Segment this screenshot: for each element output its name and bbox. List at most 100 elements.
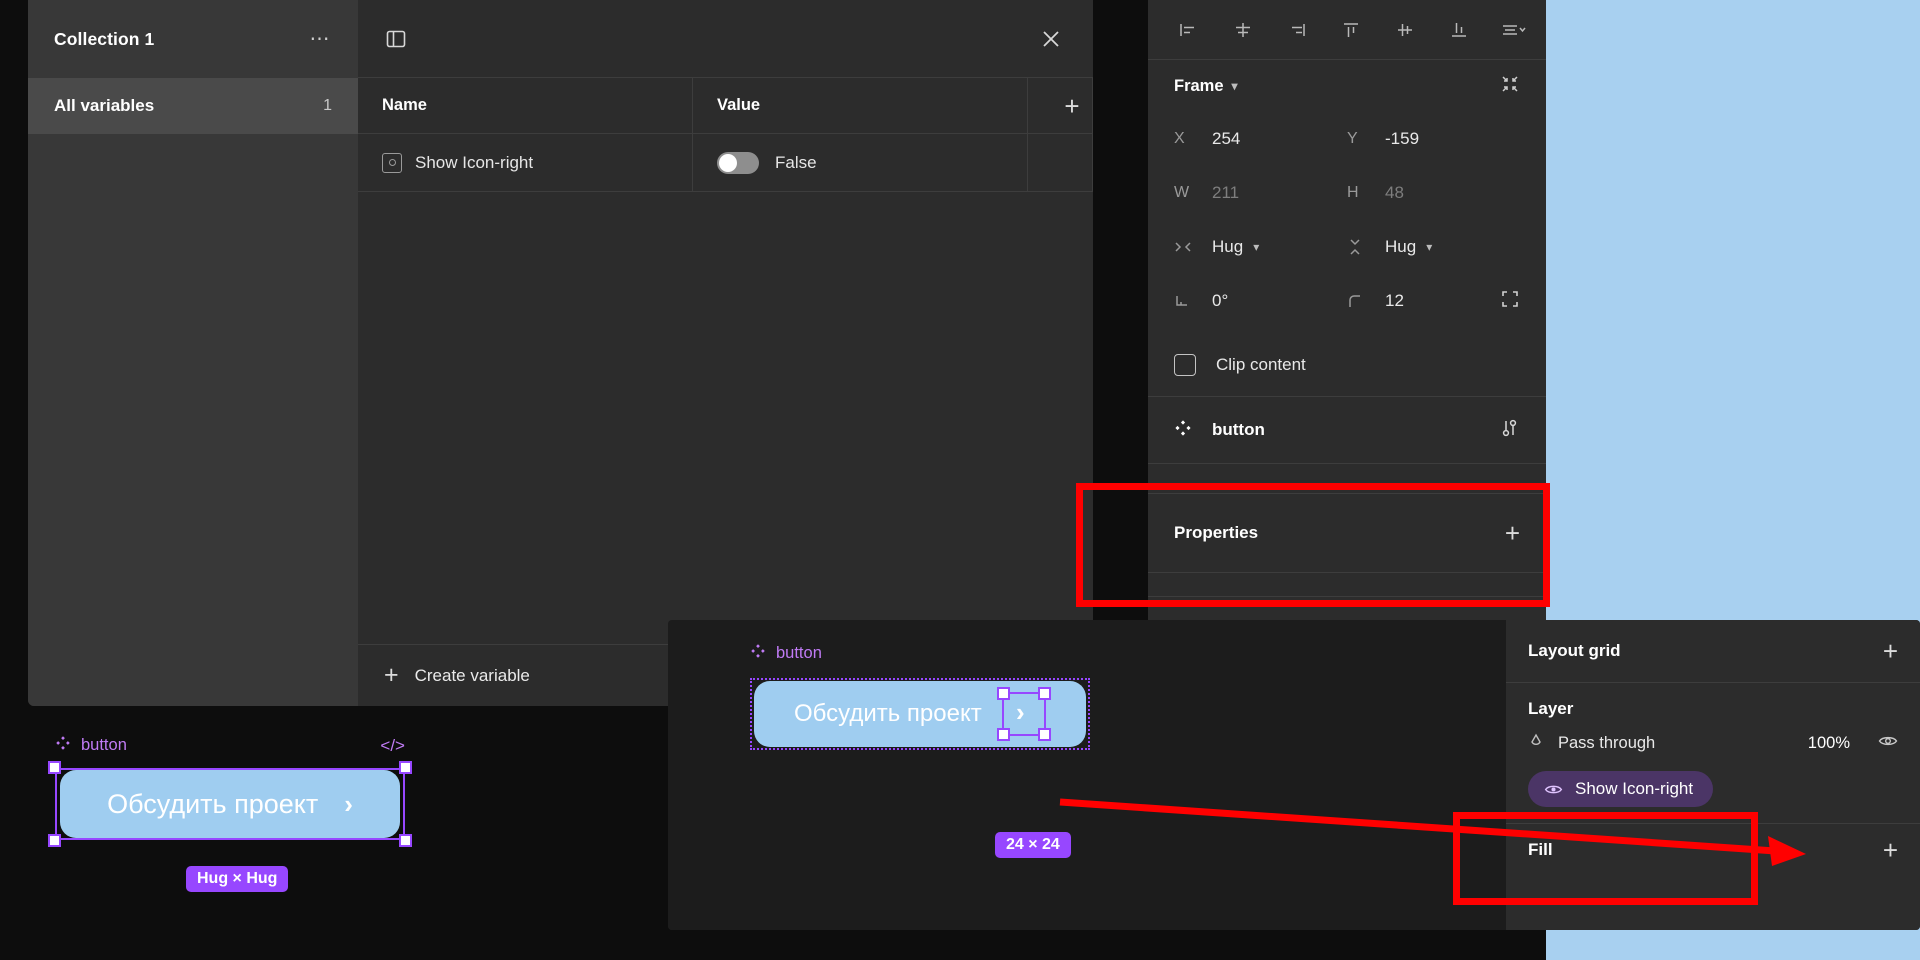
variables-main: Name Value + Show Icon-right False + Cre…: [358, 0, 1093, 706]
variable-name-cell[interactable]: Show Icon-right: [358, 134, 693, 191]
canvas-artboard-lower: [1546, 930, 1920, 960]
resize-handle-top-left[interactable]: [997, 687, 1010, 700]
plus-icon[interactable]: +: [1505, 520, 1520, 546]
panel-tail: [1148, 573, 1546, 597]
blend-mode-value: Pass through: [1558, 733, 1656, 752]
layer-blend-row[interactable]: Pass through 100%: [1528, 719, 1898, 767]
applied-variable-pill[interactable]: Show Icon-right: [1528, 771, 1714, 807]
resize-handle-bottom-right[interactable]: [399, 834, 412, 847]
table-row[interactable]: Show Icon-right False: [358, 134, 1093, 192]
chevron-right-icon: ›: [1016, 697, 1025, 727]
button-preview-left: button </> Обсудить проект ›: [48, 735, 435, 885]
component-name: button: [81, 736, 127, 754]
all-variables-label: All variables: [54, 96, 155, 115]
close-icon[interactable]: [1039, 27, 1063, 51]
align-horizontal-center-icon[interactable]: [1216, 10, 1270, 50]
variables-empty-area: [358, 192, 1093, 644]
variables-topbar: [358, 0, 1093, 78]
component-label-group[interactable]: button: [55, 735, 127, 756]
align-left-icon[interactable]: [1162, 10, 1216, 50]
resize-handle-top-right[interactable]: [399, 761, 412, 774]
plus-icon[interactable]: +: [1883, 638, 1898, 664]
component-left-group: button: [1174, 419, 1265, 442]
corner-radius-value: 12: [1385, 291, 1404, 310]
distribute-menu-icon[interactable]: [1486, 10, 1540, 50]
column-header-value[interactable]: Value: [693, 78, 1028, 133]
plus-icon[interactable]: +: [1064, 93, 1079, 119]
frame-y-field[interactable]: Y -159: [1347, 112, 1520, 166]
collapse-corners-icon[interactable]: [1500, 74, 1520, 99]
ellipsis-icon[interactable]: ⋯: [310, 29, 333, 49]
horizontal-resizing-field[interactable]: Hug ▾: [1174, 220, 1347, 274]
figma-screenshot: Frame ▾ X 254 Y -159 W 211 H 48 Hug ▾ Hu…: [0, 0, 1920, 960]
frame-w-field[interactable]: W 211: [1174, 166, 1347, 220]
clip-content-checkbox[interactable]: [1174, 354, 1196, 376]
eye-icon[interactable]: [1878, 734, 1898, 753]
opacity-value: 100%: [1807, 733, 1850, 752]
properties-section: Properties +: [1148, 494, 1546, 573]
align-right-icon[interactable]: [1270, 10, 1324, 50]
independent-corners-icon[interactable]: [1500, 289, 1520, 314]
alignment-toolbar: [1148, 0, 1546, 60]
frame-h-field[interactable]: H 48: [1347, 166, 1520, 220]
fill-title: Fill: [1528, 840, 1553, 859]
inset-component-label[interactable]: button: [750, 643, 822, 664]
preview-left-header: button </>: [55, 735, 405, 756]
code-icon[interactable]: </>: [380, 736, 405, 756]
eye-icon: [1544, 783, 1563, 796]
clip-content-row[interactable]: Clip content: [1174, 334, 1520, 396]
vertical-resize-value-group[interactable]: Hug ▾: [1385, 237, 1432, 257]
column-header-name[interactable]: Name: [358, 78, 693, 133]
inset-canvas: button Обсудить проект ›: [668, 620, 1506, 930]
component-section: button: [1148, 397, 1546, 464]
variable-value-cell[interactable]: False: [693, 134, 1028, 191]
corner-radius-icon: [1347, 293, 1371, 309]
frame-section: Frame ▾ X 254 Y -159 W 211 H 48 Hug ▾ Hu…: [1148, 60, 1546, 397]
variables-modal: Collection 1 ⋯ All variables 1 Name Valu…: [28, 0, 1093, 706]
align-vertical-center-icon[interactable]: [1378, 10, 1432, 50]
align-bottom-icon[interactable]: [1432, 10, 1486, 50]
inset-icon-selection[interactable]: ›: [997, 687, 1051, 741]
frame-title-group[interactable]: Frame ▾: [1174, 77, 1238, 96]
variable-name: Show Icon-right: [415, 152, 534, 172]
component-name: button: [776, 644, 822, 662]
collection-title: Collection 1: [54, 28, 155, 49]
align-top-icon[interactable]: [1324, 10, 1378, 50]
sidebar-toggle-icon[interactable]: [384, 27, 408, 51]
plus-icon[interactable]: +: [1883, 837, 1898, 863]
chevron-down-icon: ▾: [1253, 240, 1260, 254]
variables-table-header: Name Value +: [358, 78, 1093, 134]
fill-section: Fill +: [1506, 824, 1920, 876]
chevron-down-icon[interactable]: ▾: [1232, 79, 1238, 93]
resize-handle-top-right[interactable]: [1038, 687, 1051, 700]
vertical-resizing-field[interactable]: Hug ▾: [1347, 220, 1520, 274]
rotation-field[interactable]: 0°: [1174, 274, 1347, 328]
horizontal-resize-value-group[interactable]: Hug ▾: [1212, 237, 1259, 257]
resize-handle-top-left[interactable]: [48, 761, 61, 774]
component-row[interactable]: button: [1174, 397, 1520, 463]
boolean-variable-icon: [382, 152, 402, 173]
layout-grid-title: Layout grid: [1528, 641, 1621, 660]
discuss-project-button[interactable]: Обсудить проект ›: [60, 770, 400, 838]
resize-handle-bottom-left[interactable]: [48, 834, 61, 847]
properties-title: Properties: [1174, 523, 1259, 542]
component-icon: [1174, 419, 1192, 442]
y-value: -159: [1385, 129, 1420, 148]
add-column-cell: +: [1028, 78, 1093, 133]
corner-radius-field[interactable]: 12: [1347, 274, 1520, 328]
layer-section: Layer Pass through 100% Show Icon-right: [1506, 683, 1920, 824]
sliders-icon[interactable]: [1500, 418, 1520, 443]
layer-title: Layer: [1528, 699, 1574, 718]
chevron-right-icon: ›: [344, 789, 353, 819]
sidebar-item-all-variables[interactable]: All variables 1: [28, 78, 358, 134]
resize-handle-bottom-right[interactable]: [1038, 728, 1051, 741]
resize-handle-bottom-left[interactable]: [997, 728, 1010, 741]
frame-x-field[interactable]: X 254: [1174, 112, 1347, 166]
collection-header: Collection 1 ⋯: [28, 0, 358, 78]
blend-mode-icon: [1528, 733, 1544, 754]
inset-selection-frame: Обсудить проект ›: [750, 678, 1090, 750]
variable-toggle[interactable]: [717, 151, 759, 174]
button-label: Обсудить проект: [107, 788, 319, 819]
clip-content-label: Clip content: [1216, 355, 1306, 374]
vertical-resize-value: Hug: [1385, 237, 1417, 256]
